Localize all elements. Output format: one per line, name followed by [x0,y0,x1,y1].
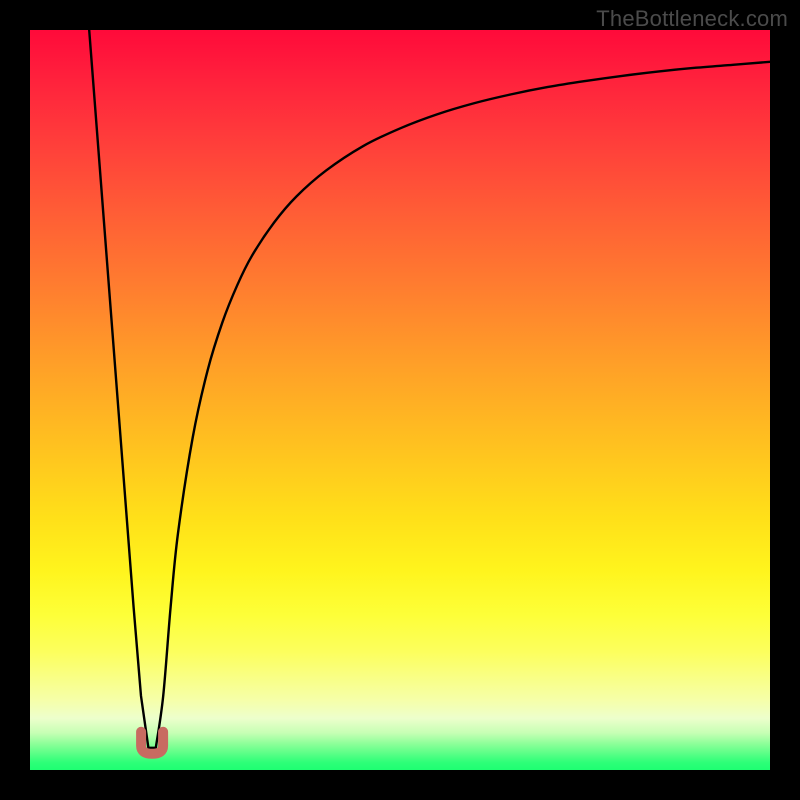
optimum-marker [141,732,163,754]
bottleneck-chart [30,30,770,770]
attribution-label: TheBottleneck.com [596,6,788,32]
bottleneck-curve [89,30,770,748]
plot-area [30,30,770,770]
chart-frame: TheBottleneck.com [0,0,800,800]
